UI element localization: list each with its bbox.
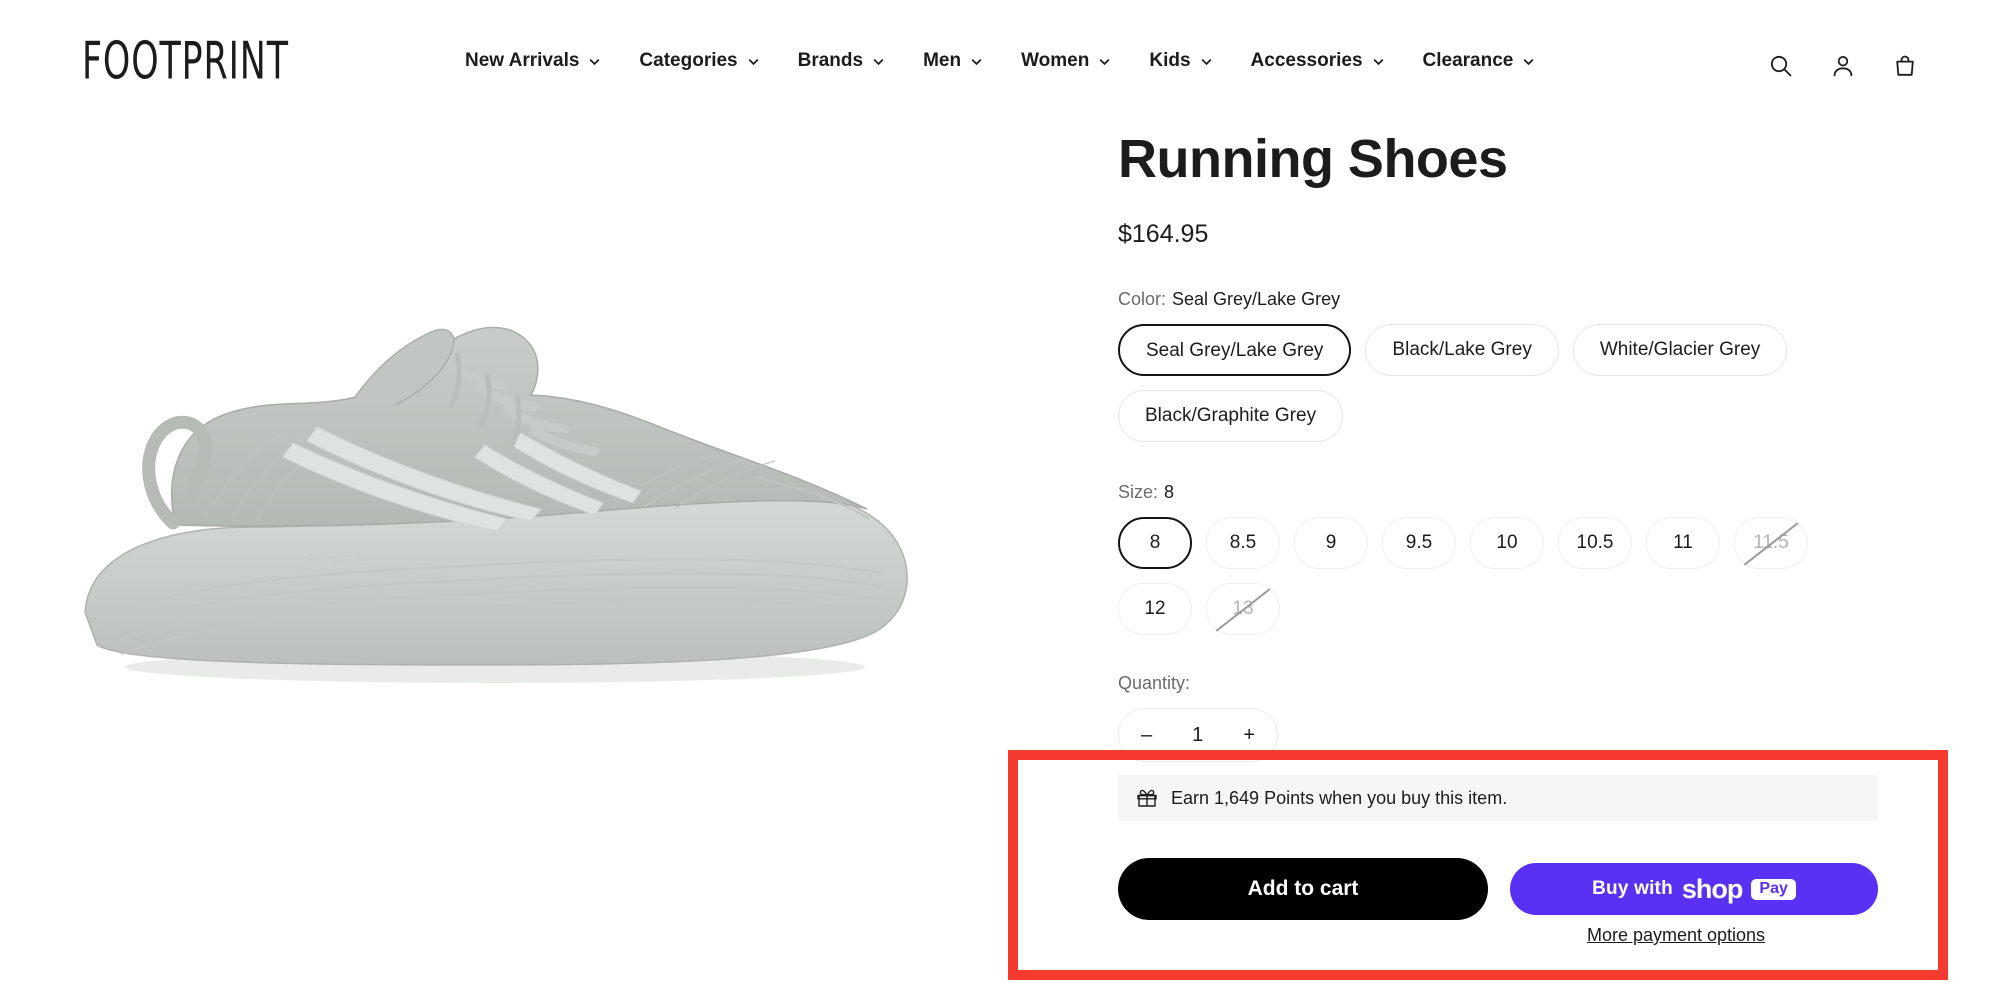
color-label: Color: Seal Grey/Lake Grey [1118,289,1948,310]
nav-item-women[interactable]: Women [1021,50,1111,72]
nav-item-brands[interactable]: Brands [798,50,885,72]
nav-item-kids[interactable]: Kids [1149,50,1212,72]
size-option-9[interactable]: 9 [1294,517,1368,570]
nav-label: Men [923,50,962,71]
nav-item-new-arrivals[interactable]: New Arrivals [465,50,601,72]
size-option-8[interactable]: 8 [1118,517,1192,570]
shop-pay-brand: shop [1681,873,1743,904]
color-label-text: Color: [1118,289,1167,310]
account-icon[interactable] [1830,53,1856,79]
site-logo[interactable]: FOOTPRINT [82,31,289,91]
shop-pay-prefix: Buy with [1592,878,1673,899]
nav-label: Women [1021,50,1090,71]
color-option-white-glacier-grey[interactable]: White/Glacier Grey [1572,324,1788,377]
add-to-cart-button[interactable]: Add to cart [1118,858,1488,920]
buy-with-shop-pay-button[interactable]: Buy with shop Pay [1510,863,1878,915]
chevron-down-icon [1522,55,1535,68]
color-selected-value: Seal Grey/Lake Grey [1172,289,1341,310]
nav-label: Clearance [1422,50,1514,71]
loyalty-points-text: Earn 1,649 Points when you buy this item… [1171,787,1508,808]
color-options: Seal Grey/Lake Grey Black/Lake Grey Whit… [1118,324,1878,443]
svg-text:PureGEL: PureGEL [305,552,374,569]
quantity-stepper: – 1 + [1118,708,1278,763]
chevron-down-icon [747,55,760,68]
shop-pay-badge: Pay [1751,878,1796,900]
page-title: Running Shoes [1118,129,1508,189]
product-gallery[interactable]: PureGEL [0,112,1010,812]
main-navigation: New Arrivals Categories Brands Men Women… [465,50,1535,72]
nav-label: Categories [639,50,738,71]
size-option-10[interactable]: 10 [1470,517,1544,570]
nav-item-clearance[interactable]: Clearance [1423,50,1536,72]
cart-icon[interactable] [1892,53,1918,79]
size-option-11-5-unavailable: 11.5 [1734,517,1808,570]
quantity-increase-button[interactable]: + [1243,724,1255,747]
size-option-10-5[interactable]: 10.5 [1558,517,1632,570]
product-page: FOOTPRINT New Arrivals Categories Brands… [0,0,2000,988]
loyalty-points-banner: Earn 1,649 Points when you buy this item… [1118,775,1878,821]
nav-label: Kids [1149,50,1191,71]
nav-item-accessories[interactable]: Accessories [1251,50,1385,72]
size-option-9-5[interactable]: 9.5 [1382,517,1456,570]
size-options: 8 8.5 9 9.5 10 10.5 11 11.5 12 13 [1118,517,1878,636]
color-option-seal-grey-lake-grey[interactable]: Seal Grey/Lake Grey [1118,324,1352,377]
color-option-black-graphite-grey[interactable]: Black/Graphite Grey [1118,390,1344,443]
color-option-black-lake-grey[interactable]: Black/Lake Grey [1365,324,1559,377]
size-option-8-5[interactable]: 8.5 [1206,517,1280,570]
size-selected-value: 8 [1164,482,1175,503]
product-price: $164.95 [1118,220,1209,249]
nav-label: Brands [797,50,864,71]
chevron-down-icon [872,55,885,68]
nav-item-categories[interactable]: Categories [639,50,759,72]
quantity-decrease-button[interactable]: – [1141,724,1152,747]
size-label: Size: 8 [1118,482,1948,503]
chevron-down-icon [1372,55,1385,68]
chevron-down-icon [1200,55,1213,68]
header-actions [1768,53,1918,79]
site-header: FOOTPRINT New Arrivals Categories Brands… [0,0,2000,112]
quantity-label: Quantity: [1118,673,1191,694]
chevron-down-icon [1098,55,1111,68]
purchase-actions: Add to cart Buy with shop Pay [1118,858,1878,920]
search-icon[interactable] [1768,53,1794,79]
more-payment-options-link[interactable]: More payment options [1492,925,1860,946]
chevron-down-icon [970,55,983,68]
size-option-12[interactable]: 12 [1118,583,1192,636]
product-image: PureGEL [55,227,955,697]
nav-item-men[interactable]: Men [923,50,983,72]
product-info: Running Shoes $164.95 Color: Seal Grey/La… [1118,112,1948,763]
chevron-down-icon [588,55,601,68]
size-label-text: Size: [1118,482,1159,503]
nav-label: New Arrivals [465,50,580,71]
gift-icon [1136,787,1158,809]
quantity-value[interactable]: 1 [1192,724,1203,747]
nav-label: Accessories [1250,50,1363,71]
size-option-13-unavailable: 13 [1206,583,1280,636]
size-option-11[interactable]: 11 [1646,517,1720,570]
